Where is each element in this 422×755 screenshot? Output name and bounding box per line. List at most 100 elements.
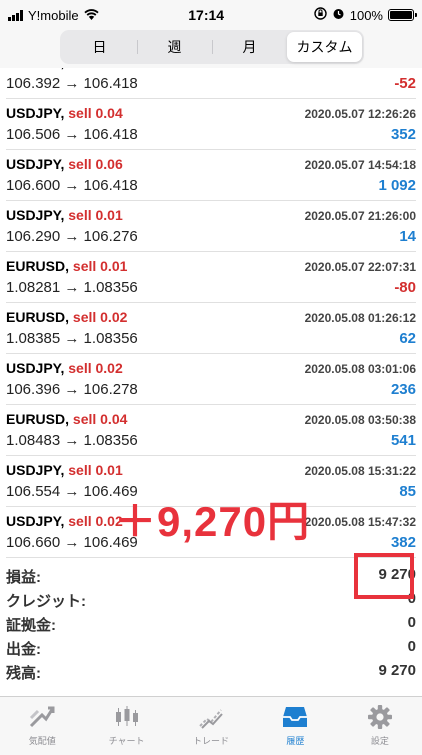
summary-label: 損益:: [6, 569, 41, 586]
trade-profit: 1 092: [378, 177, 416, 194]
summary-label: クレジット:: [6, 593, 86, 610]
trade-symbol: USDJPY,: [6, 156, 65, 172]
tab-label: トレード: [193, 736, 230, 746]
summary-label: 証拠金:: [6, 617, 56, 634]
tab-history[interactable]: 履歴: [253, 697, 337, 755]
bottom-tab-bar: 気配値 チャート トレード 履歴 設定: [0, 696, 422, 755]
summary-balance-row: 残高: 9 270: [6, 659, 416, 683]
trade-prices: 106.290 → 106.276: [6, 228, 138, 245]
summary-value: 9 270: [378, 662, 416, 679]
trade-symbol: USDJPY,: [6, 105, 65, 121]
trade-title: USDJPY, sell 0.02: [6, 513, 123, 529]
trade-row[interactable]: USDJPY, sell 0.04 2020.05.07 12:26:26 106.…: [6, 99, 416, 150]
trade-row[interactable]: EURUSD, sell 0.01 2020.05.07 22:07:31 1.08…: [6, 252, 416, 303]
battery-icon: [387, 9, 417, 21]
trade-profit: 236: [390, 381, 416, 398]
trade-prices: 106.600 → 106.418: [6, 177, 138, 194]
period-tab-week[interactable]: 週: [137, 32, 212, 62]
trade-title: USDJPY, sell 0.06: [6, 156, 123, 172]
summary-withdrawal-row: 出金: 0: [6, 635, 416, 659]
trade-title: EURUSD, sell 0.02: [6, 309, 127, 325]
wifi-icon: [83, 8, 99, 23]
profit-highlight-box: [354, 553, 414, 599]
summary-label: 残高:: [6, 665, 41, 682]
trade-prices: 106.506 → 106.418: [6, 126, 138, 143]
trade-date: 2020.05.08 01:26:12: [304, 311, 416, 325]
period-tab-month[interactable]: 月: [212, 32, 287, 62]
alarm-icon: [332, 7, 345, 23]
trade-row[interactable]: EURUSD, sell 0.04 2020.05.08 03:50:38 1.08…: [6, 405, 416, 456]
trade-side: sell 0.01: [68, 462, 123, 478]
quotes-icon: [27, 703, 57, 731]
trade-profit: 541: [390, 432, 416, 449]
trade-date: 2020.05.07 12:26:26: [304, 107, 416, 121]
tab-chart[interactable]: チャート: [84, 697, 168, 755]
tab-label: 設定: [370, 736, 389, 746]
trade-profit: 382: [390, 534, 416, 551]
trade-symbol: USDJPY,: [6, 68, 64, 70]
trade-row[interactable]: USDJPY, sell 0.06 2020.05.07 14:54:18 106.…: [6, 150, 416, 201]
trade-profit: -80: [394, 279, 416, 296]
trade-title: USDJPY, sell 0.01: [6, 207, 123, 223]
trade-prices: 1.08483 → 1.08356: [6, 432, 138, 449]
trade-title: USDJPY, sell 0.03: [6, 68, 123, 70]
trade-prices: 1.08281 → 1.08356: [6, 279, 138, 296]
trade-prices: 1.08385 → 1.08356: [6, 330, 138, 347]
trade-symbol: EURUSD,: [6, 411, 70, 427]
status-bar: Y!mobile 17:14 100%: [0, 0, 422, 30]
summary-margin-row: 証拠金: 0: [6, 611, 416, 635]
trade-prices: 106.396 → 106.278: [6, 381, 138, 398]
trade-date: 2020.05.08 03:50:38: [304, 413, 416, 427]
trade-symbol: USDJPY,: [6, 207, 65, 223]
header: 日 週 月 カスタム: [0, 30, 422, 68]
trade-title: EURUSD, sell 0.04: [6, 411, 127, 427]
trade-side: sell 0.03: [68, 68, 123, 70]
trade-profit: 62: [399, 330, 416, 347]
trade-prices: 106.392 → 106.418: [6, 75, 138, 92]
tab-trade[interactable]: トレード: [169, 697, 253, 755]
trade-row[interactable]: USDJPY, sell 0.02 2020.05.08 03:01:06 106.…: [6, 354, 416, 405]
summary-value: 0: [407, 614, 416, 631]
trade-date: 2020.05.08 15:47:32: [304, 515, 416, 529]
trade-profit: 352: [390, 126, 416, 143]
period-segmented-control: 日 週 月 カスタム: [60, 30, 364, 64]
trade-date: 2020.05.08 15:31:22: [304, 464, 416, 478]
tab-quotes[interactable]: 気配値: [0, 697, 84, 755]
trade-symbol: EURUSD,: [6, 309, 70, 325]
summary-value: 0: [407, 638, 416, 655]
trade-icon: [196, 703, 226, 731]
history-list[interactable]: USDJPY, sell 0.03106.392 → 106.418-52USD…: [0, 68, 422, 560]
trade-profit: 85: [399, 483, 416, 500]
trade-side: sell 0.04: [68, 105, 123, 121]
trade-side: sell 0.02: [72, 309, 128, 325]
trade-symbol: EURUSD,: [6, 258, 70, 274]
trade-title: EURUSD, sell 0.01: [6, 258, 127, 274]
trade-date: 2020.05.08 03:01:06: [304, 362, 416, 376]
trade-profit: -52: [394, 75, 416, 92]
trade-title: USDJPY, sell 0.02: [6, 360, 123, 376]
trade-symbol: USDJPY,: [6, 360, 65, 376]
trade-date: 2020.05.07 21:26:00: [304, 209, 416, 223]
trade-date: 2020.05.07 14:54:18: [304, 158, 416, 172]
lock-rotation-icon: [314, 7, 327, 23]
tab-label: 履歴: [286, 736, 305, 746]
clock: 17:14: [188, 7, 225, 23]
trade-symbol: USDJPY,: [6, 462, 65, 478]
trade-side: sell 0.06: [68, 156, 123, 172]
trade-row[interactable]: EURUSD, sell 0.02 2020.05.08 01:26:12 1.08…: [6, 303, 416, 354]
tab-settings[interactable]: 設定: [338, 697, 422, 755]
chart-icon: [112, 703, 142, 731]
settings-icon: [365, 703, 395, 731]
profit-annotation: ＋9,270円: [114, 498, 311, 545]
trade-row[interactable]: USDJPY, sell 0.01 2020.05.07 21:26:00 106.…: [6, 201, 416, 252]
trade-title: USDJPY, sell 0.04: [6, 105, 123, 121]
trade-symbol: USDJPY,: [6, 513, 65, 529]
period-tab-custom[interactable]: カスタム: [287, 32, 362, 62]
signal-icon: [8, 9, 23, 21]
trade-row[interactable]: USDJPY, sell 0.03 106.392 → 106.418 -52: [6, 68, 416, 99]
trade-date: 2020.05.07 22:07:31: [304, 260, 416, 274]
trade-title: USDJPY, sell 0.01: [6, 462, 123, 478]
summary-label: 出金:: [6, 641, 41, 658]
period-tab-day[interactable]: 日: [62, 32, 137, 62]
trade-side: sell 0.01: [72, 258, 128, 274]
